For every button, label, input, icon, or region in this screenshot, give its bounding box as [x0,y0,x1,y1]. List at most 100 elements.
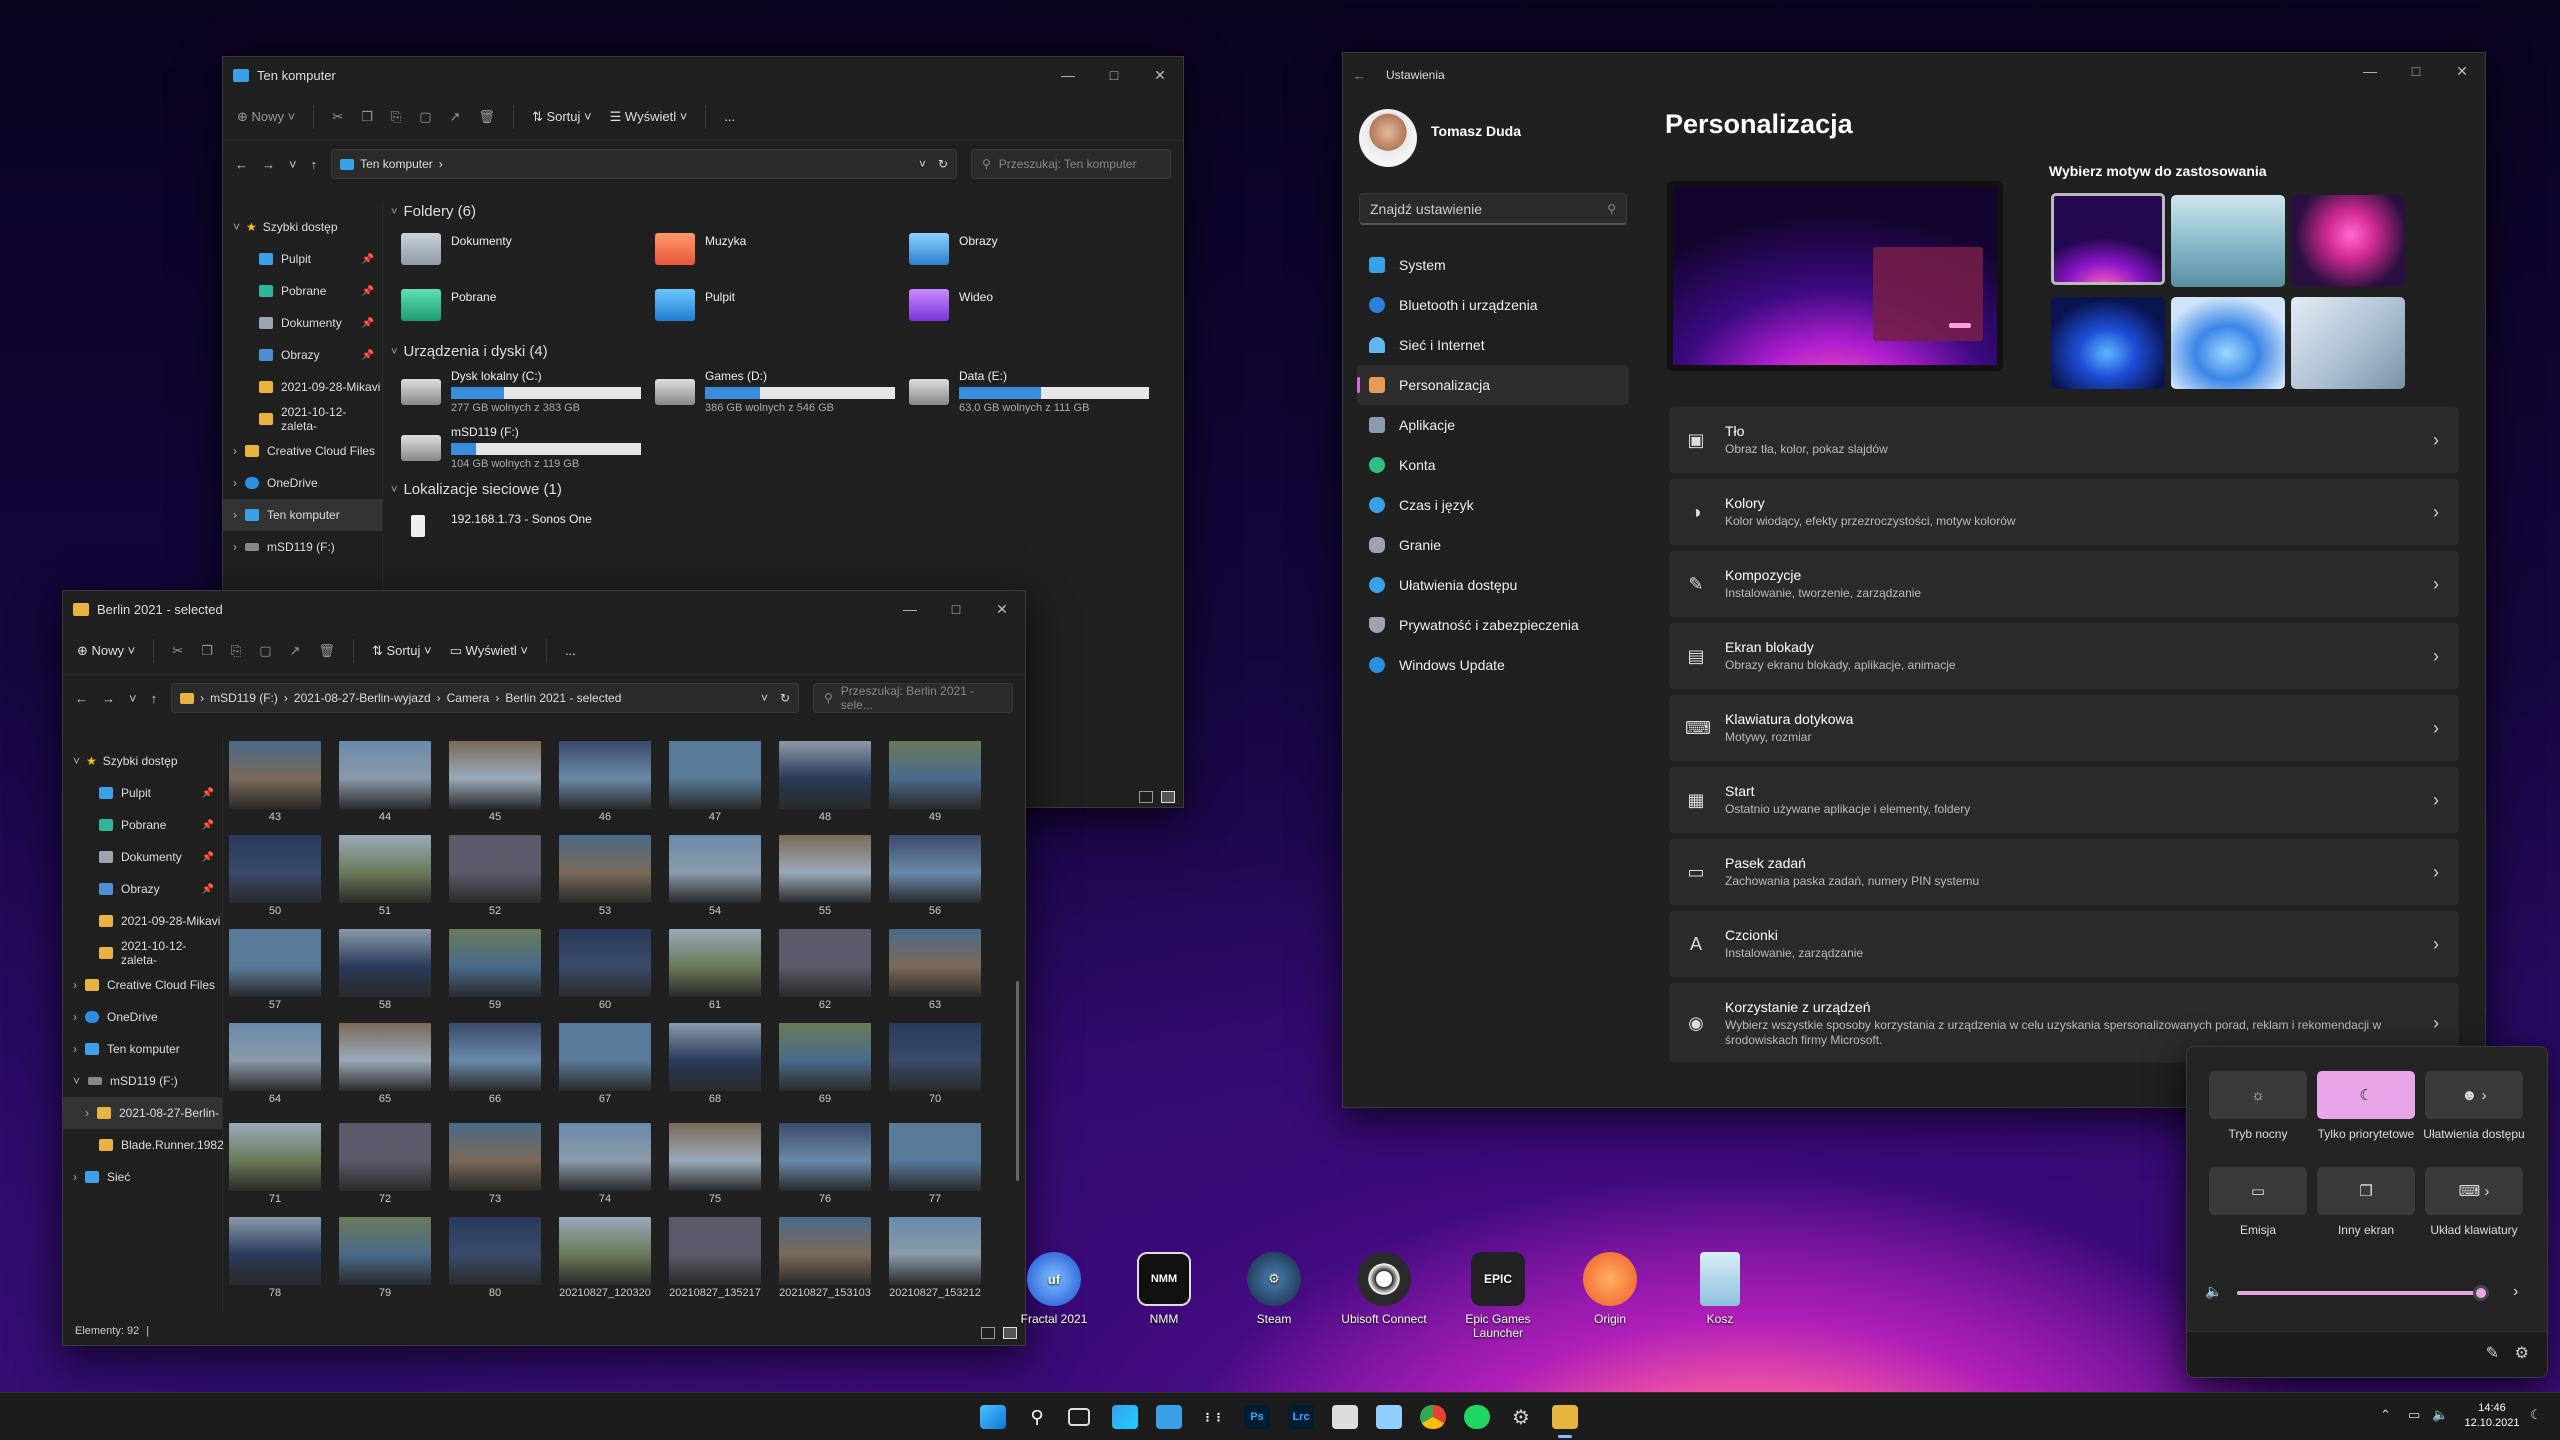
close-button[interactable]: ✕ [2439,53,2485,89]
photoshop-icon[interactable]: Ps [1244,1405,1270,1429]
photo-thumbnail[interactable] [559,835,651,903]
folders-section-header[interactable]: ˅ Foldery (6) [391,203,476,220]
details-view-icon[interactable] [981,1327,995,1339]
settings-card-themes[interactable]: ✎ Kompozycje Instalowanie, tworzenie, zarz… [1669,551,2459,617]
search-icon[interactable]: ⚲ [1024,1405,1050,1429]
cut-icon[interactable]: ✂ [172,643,183,659]
chrome-icon[interactable] [1420,1405,1446,1429]
photo-thumbnail[interactable] [559,741,651,809]
tiles-view-icon[interactable] [1161,791,1175,803]
desktop-icon-nmm[interactable]: NMM NMM [1116,1252,1212,1326]
photo-thumbnail[interactable] [779,741,871,809]
theme-thumbnail-flow[interactable] [2291,297,2405,389]
nav-windows-update[interactable]: Windows Update [1357,645,1629,685]
photo-thumbnail[interactable] [559,1023,651,1091]
search-box[interactable]: ⚲ Przeszukaj: Ten komputer [971,149,1171,179]
nav-item-quick-access[interactable]: ˅ ★ Szybki dostęp [223,211,382,243]
photo-thumbnail[interactable] [229,1123,321,1191]
settings-card-background[interactable]: ▣ Tło Obraz tła, kolor, pokaz slajdów › [1669,407,2459,473]
start-button-icon[interactable] [980,1405,1006,1429]
nav-item-folder[interactable]: 2021-10-12-zaleta- [223,403,382,435]
forward-icon[interactable]: → [102,691,115,706]
clock[interactable]: 14:46 12.10.2021 [2460,1401,2524,1431]
nav-bluetooth[interactable]: Bluetooth i urządzenia [1357,285,1629,325]
back-icon[interactable]: ← [235,157,248,172]
theme-thumbnail-bloom-light[interactable] [2171,297,2285,389]
photo-thumbnail[interactable] [449,1123,541,1191]
view-button[interactable]: ☰ Wyświetl ˅ [610,109,688,125]
photo-thumbnail[interactable] [889,1123,981,1191]
desktop-icon-ubisoft[interactable]: Ubisoft Connect [1336,1252,1432,1326]
nav-item-onedrive[interactable]: › OneDrive [223,467,382,499]
nav-item-this-pc[interactable]: › Ten komputer [63,1033,222,1065]
forward-icon[interactable]: → [262,157,275,172]
nav-item-folder[interactable]: 2021-09-28-Mikavi [223,371,382,403]
photo-thumbnail[interactable] [779,835,871,903]
rename-icon[interactable]: ▢ [419,109,431,125]
new-button[interactable]: ⊕ Nowy ˅ [77,643,135,659]
photo-thumbnail[interactable] [889,1217,981,1285]
more-button[interactable]: ... [565,643,576,658]
photo-thumbnail[interactable] [449,929,541,997]
nav-item-desktop[interactable]: Pulpit 📌 [63,777,222,809]
paste-icon[interactable]: ⎘ [231,643,241,659]
breadcrumb-item[interactable]: Camera [447,691,490,705]
folder-downloads[interactable]: Pobrane [401,289,496,321]
focus-assist-tray-icon[interactable]: ☾ [2530,1407,2542,1423]
volume-tray-icon[interactable]: 🔈 [2432,1407,2448,1423]
nav-system[interactable]: System [1357,245,1629,285]
minimize-button[interactable]: — [2347,53,2393,89]
desktop-icon-origin[interactable]: Origin [1562,1252,1658,1326]
breadcrumb[interactable]: Ten komputer [360,157,433,171]
settings-card-lock-screen[interactable]: ▤ Ekran blokady Obrazy ekranu blokady, apl… [1669,623,2459,689]
nav-gaming[interactable]: Granie [1357,525,1629,565]
settings-card-touch-keyboard[interactable]: ⌨ Klawiatura dotykowa Motywy, rozmiar › [1669,695,2459,761]
maximize-button[interactable]: □ [933,591,979,627]
focus-assist-toggle[interactable]: ☾ [2317,1071,2415,1119]
delete-icon[interactable]: 🗑 [318,643,335,659]
folder-desktop[interactable]: Pulpit [655,289,735,321]
share-icon[interactable]: ↗ [450,109,461,125]
edit-icon[interactable]: ✎ [2486,1343,2499,1363]
drive-e[interactable]: Data (E:) 63,0 GB wolnych z 111 GB [909,369,1149,414]
theme-thumbnail-lake[interactable] [2171,195,2285,287]
back-icon[interactable]: ← [75,691,88,706]
nav-item-downloads[interactable]: Pobrane 📌 [223,275,382,307]
maximize-button[interactable]: □ [2393,53,2439,89]
photo-thumbnail[interactable] [559,1217,651,1285]
photo-thumbnail[interactable] [889,1023,981,1091]
theme-thumbnail-flower[interactable] [2291,195,2405,287]
photo-thumbnail[interactable] [779,1217,871,1285]
file-explorer-icon[interactable] [1552,1405,1578,1429]
refresh-icon[interactable]: ↻ [780,691,790,705]
tray-overflow-icon[interactable]: ⌃ [2380,1407,2391,1423]
photo-thumbnail[interactable] [229,741,321,809]
photo-thumbnail[interactable] [779,1123,871,1191]
address-bar[interactable]: › mSD119 (F:) › 2021-08-27-Berlin-wyjazd… [171,683,799,713]
nav-item-creative-cloud[interactable]: › Creative Cloud Files [223,435,382,467]
photo-thumbnail[interactable] [779,1023,871,1091]
sort-button[interactable]: ⇅ Sortuj ˅ [372,643,432,659]
copy-icon[interactable]: ❐ [361,109,373,125]
minimize-button[interactable]: — [1045,57,1091,93]
more-button[interactable]: ... [724,109,735,124]
photo-thumbnail[interactable] [669,741,761,809]
drive-c[interactable]: Dysk lokalny (C:) 277 GB wolnych z 383 GB [401,369,641,414]
nav-item-folder[interactable]: 2021-10-12-zaleta- [63,937,222,969]
network-section-header[interactable]: ˅ Lokalizacje sieciowe (1) [391,481,562,498]
app-icon[interactable]: ⋮⋮ [1200,1405,1226,1429]
audio-output-chevron-icon[interactable]: › [2513,1283,2518,1301]
photo-thumbnail[interactable] [889,929,981,997]
photo-thumbnail[interactable] [339,1217,431,1285]
accessibility-toggle[interactable]: ☻ › [2425,1071,2523,1119]
folder-videos[interactable]: Wideo [909,289,993,321]
photo-thumbnail[interactable] [669,1123,761,1191]
settings-search-box[interactable]: Znajdź ustawienie ⚲ [1359,193,1627,225]
photo-thumbnail[interactable] [449,835,541,903]
photo-thumbnail[interactable] [889,835,981,903]
desktop-icon-epic[interactable]: EPIC Epic Games Launcher [1450,1252,1546,1340]
nav-item-onedrive[interactable]: › OneDrive [63,1001,222,1033]
nav-item-folder[interactable]: Blade.Runner.1982 [63,1129,224,1161]
folder-documents[interactable]: Dokumenty [401,233,512,265]
settings-gear-icon[interactable]: ⚙ [2515,1343,2529,1363]
